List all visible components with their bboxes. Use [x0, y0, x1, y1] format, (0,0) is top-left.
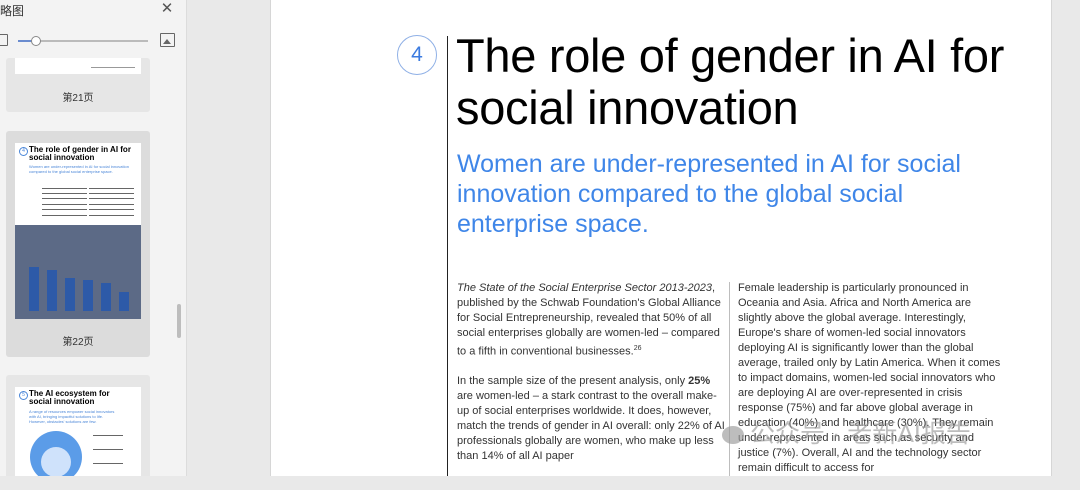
thumbnail-label: 第21页 [62, 93, 94, 104]
footnote-ref: 26 [633, 345, 642, 352]
mini-heading: The role of gender in AI for social inno… [29, 145, 131, 162]
page-subheading: Women are under-represented in AI for so… [457, 150, 961, 238]
left-text-column: The State of the Social Enterprise Secto… [457, 281, 725, 478]
mini-bar [101, 283, 111, 311]
thumbnail-zoom-control [0, 32, 186, 50]
mini-heading: The AI ecosystem for social innovation [29, 389, 110, 406]
thumbnail-label: 第22页 [62, 337, 94, 348]
thumbnail-page-22[interactable]: 4 The role of gender in AI for social in… [6, 131, 150, 357]
mini-bar [47, 270, 57, 311]
small-thumbnail-icon[interactable] [0, 34, 8, 46]
mini-bar [83, 280, 93, 311]
paragraph: The State of the Social Enterprise Secto… [457, 281, 725, 360]
watermark-text: 公众号 · 老新AI报告 [750, 420, 971, 448]
thumbnail-sidebar: 略图 ✕ 第21页 4 The role of gender in AI for… [0, 0, 187, 476]
paragraph-text: are women-led – a stark contrast to the … [457, 389, 725, 462]
mini-bar [29, 267, 39, 311]
section-number-badge: 4 [397, 35, 437, 75]
mini-subheading: A range of resources empower social inno… [29, 409, 115, 424]
sidebar-title: 略图 [0, 4, 25, 18]
report-title: The State of the Social Enterprise Secto… [457, 282, 712, 294]
highlight-stat: 25% [688, 374, 711, 387]
page-heading: The role of gender in AI for social inno… [456, 29, 1005, 134]
thumbnail-image [15, 58, 141, 74]
mini-diagram-inner-circle [41, 447, 71, 476]
wechat-icon [722, 426, 744, 445]
close-icon[interactable]: ✕ [160, 0, 174, 18]
paragraph: In the sample size of the present analys… [457, 374, 725, 464]
mini-bar [65, 278, 75, 311]
mini-section-number: 4 [19, 147, 28, 156]
mini-subheading: Women are under-represented in AI for so… [29, 164, 129, 174]
zoom-slider-handle[interactable] [31, 36, 41, 46]
large-thumbnail-icon[interactable] [160, 33, 175, 47]
thumbnail-image: 5 The AI ecosystem for social innovation… [15, 387, 141, 476]
sidebar-scrollbar[interactable] [177, 304, 181, 338]
thumbnail-image: 4 The role of gender in AI for social in… [15, 143, 141, 319]
thumbnail-page-23[interactable]: 5 The AI ecosystem for social innovation… [6, 375, 150, 476]
mini-section-number: 5 [19, 391, 28, 400]
mini-bar [119, 292, 129, 311]
thumbnail-page-21[interactable]: 第21页 [6, 58, 150, 112]
vertical-rule [447, 36, 448, 476]
paragraph-text: In the sample size of the present analys… [457, 374, 689, 387]
watermark: 公众号 · 老新AI报告 [722, 414, 971, 450]
right-text-column: Female leadership is particularly pronou… [738, 281, 1006, 490]
